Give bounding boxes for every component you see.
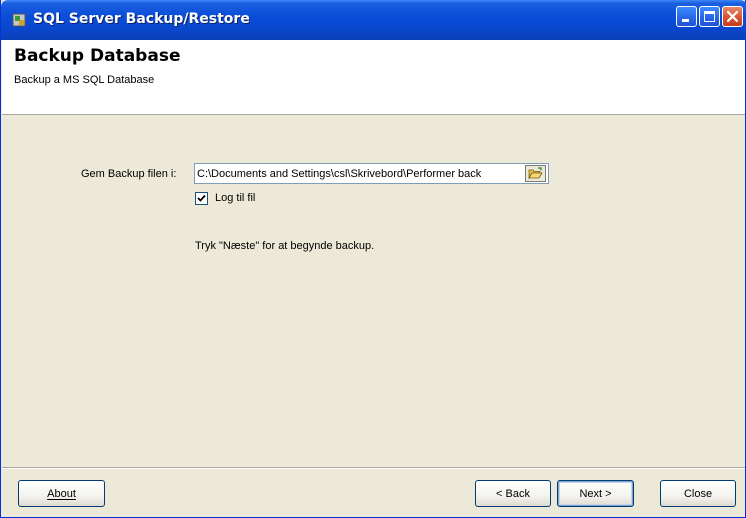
minimize-button[interactable] bbox=[676, 6, 697, 27]
window-title: SQL Server Backup/Restore bbox=[33, 11, 250, 27]
maximize-icon bbox=[704, 11, 715, 22]
footer-divider bbox=[2, 467, 745, 469]
page-title: Backup Database bbox=[14, 46, 181, 66]
back-button[interactable]: < Back bbox=[475, 480, 551, 507]
next-button[interactable]: Next > bbox=[557, 480, 634, 507]
app-icon bbox=[12, 13, 26, 27]
wizard-header: Backup Database Backup a MS SQL Database bbox=[2, 40, 745, 115]
back-button-label: < Back bbox=[496, 487, 530, 500]
log-to-file-checkbox[interactable] bbox=[195, 192, 208, 205]
log-to-file-label: Log til fil bbox=[215, 192, 256, 204]
title-bar[interactable]: SQL Server Backup/Restore bbox=[1, 0, 746, 40]
checkmark-icon bbox=[197, 194, 206, 202]
close-window-button[interactable] bbox=[722, 6, 743, 27]
close-button-label: Close bbox=[683, 487, 713, 500]
instruction-text: Tryk "Næste" for at begynde backup. bbox=[195, 240, 375, 252]
close-icon bbox=[726, 10, 739, 23]
backup-restore-window: SQL Server Backup/Restore Backup Databas… bbox=[0, 0, 746, 518]
next-button-label: Next > bbox=[579, 487, 612, 500]
about-button-label: About bbox=[47, 487, 76, 500]
maximize-button[interactable] bbox=[699, 6, 720, 27]
backup-path-input[interactable] bbox=[197, 165, 519, 182]
save-location-label: Gem Backup filen i: bbox=[81, 168, 177, 180]
folder-open-icon bbox=[528, 167, 543, 180]
backup-path-field bbox=[194, 163, 549, 184]
close-button[interactable]: Close bbox=[660, 480, 736, 507]
about-button[interactable]: About bbox=[18, 480, 105, 507]
minimize-icon bbox=[682, 19, 689, 22]
browse-button[interactable] bbox=[525, 165, 546, 182]
page-subtitle: Backup a MS SQL Database bbox=[14, 74, 155, 86]
